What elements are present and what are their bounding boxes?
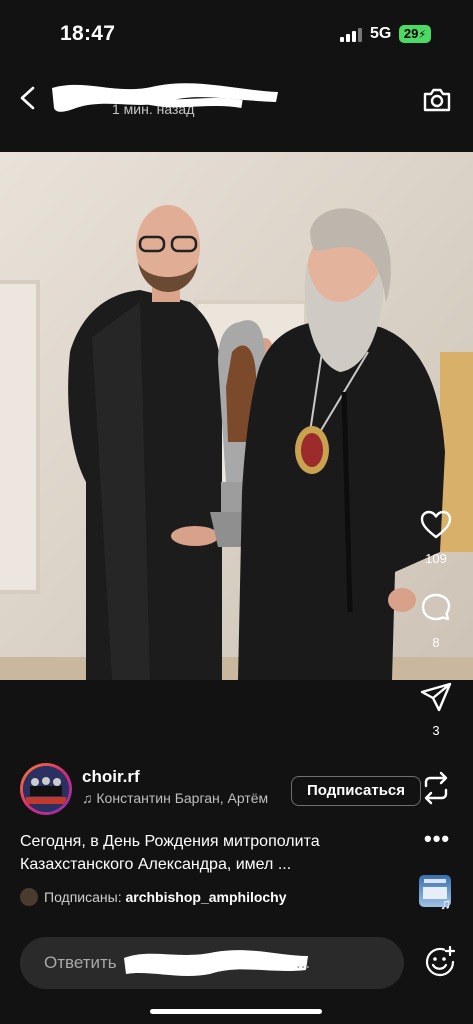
comment-icon[interactable]: [419, 592, 453, 626]
battery-icon: 29⚡: [399, 25, 431, 43]
followed-username: archbishop_amphilochy: [125, 889, 287, 905]
shares-count[interactable]: 3: [406, 723, 466, 738]
author-name[interactable]: choir.rf: [82, 767, 140, 787]
caption-line-1: Сегодня, в День Рождения митрополита: [20, 833, 320, 850]
photo-scene: [0, 152, 473, 680]
share-send-icon[interactable]: [419, 680, 453, 714]
home-indicator[interactable]: [150, 1009, 322, 1014]
follow-button[interactable]: Подписаться: [291, 776, 421, 806]
heart-icon[interactable]: [419, 508, 453, 542]
caption-line-2: Казахстанского Александра, имел ...: [20, 856, 292, 873]
post-photo[interactable]: [0, 152, 473, 680]
back-chevron-icon[interactable]: [18, 86, 38, 110]
more-options-button[interactable]: •••: [424, 826, 450, 852]
remix-icon[interactable]: [418, 770, 454, 806]
redaction-scribble: [52, 83, 278, 112]
music-note-badge-icon: ♫: [440, 896, 452, 913]
comments-count[interactable]: 8: [406, 635, 466, 650]
battery-level: 29: [403, 26, 419, 41]
emoji-add-icon[interactable]: [423, 945, 457, 979]
followed-prefix: Подписаны:: [44, 889, 122, 905]
choir-logo-icon: [23, 766, 69, 812]
music-track-title: Константин Барган, Артём: [96, 790, 269, 806]
status-time: 18:47: [60, 22, 116, 45]
author-avatar[interactable]: [20, 763, 72, 815]
avatar-image: [23, 766, 69, 812]
followed-by[interactable]: Подписаны: archbishop_amphilochy: [44, 889, 287, 905]
post-caption[interactable]: Сегодня, в День Рождения митрополита Каз…: [20, 830, 400, 876]
reply-placeholder: Ответить: [44, 953, 117, 972]
redaction-scribble: [124, 950, 308, 976]
reply-placeholder-ellipsis: ...: [296, 953, 311, 972]
cellular-signal-icon: [340, 28, 362, 42]
camera-icon[interactable]: [421, 84, 453, 116]
music-track[interactable]: ♫ Константин Барган, Артём: [82, 790, 282, 806]
likes-count[interactable]: 109: [406, 551, 466, 566]
network-type: 5G: [370, 25, 392, 42]
follower-avatar: [20, 888, 38, 906]
music-note-icon: ♫: [82, 790, 97, 806]
